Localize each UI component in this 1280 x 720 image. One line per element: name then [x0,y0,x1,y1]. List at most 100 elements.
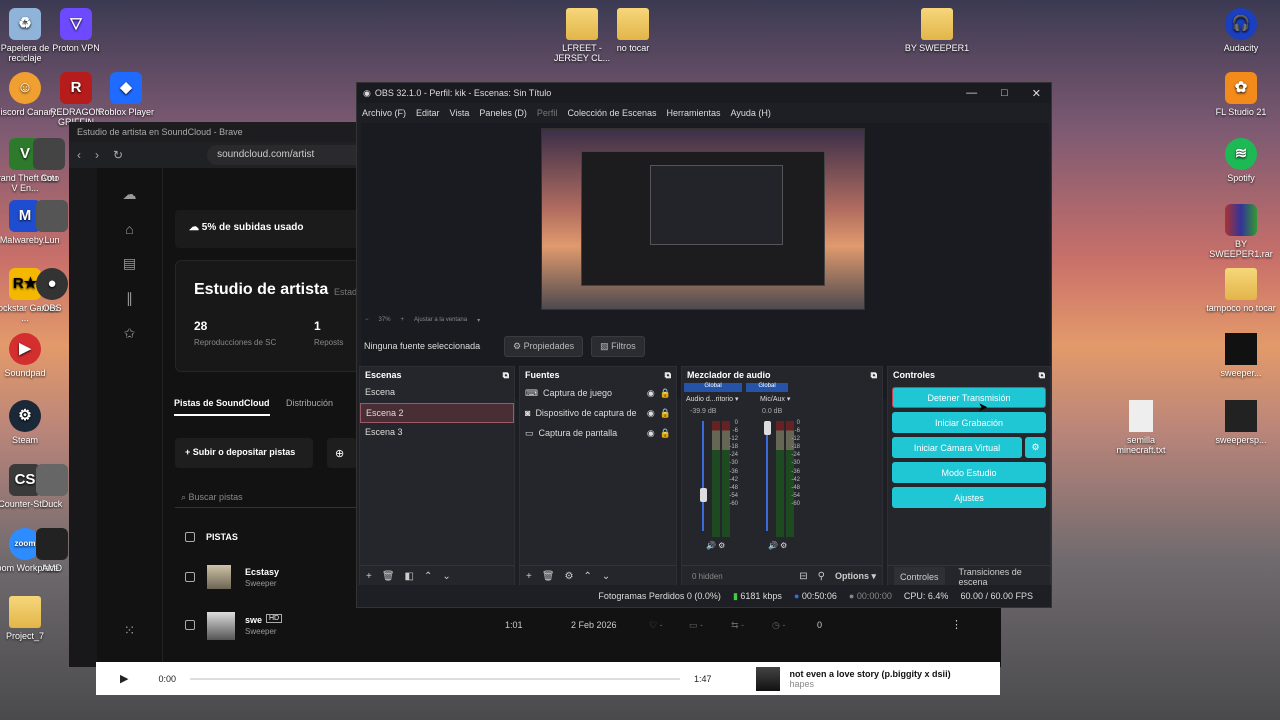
globe-icon[interactable]: ⊕ [327,438,357,468]
start-virtual-camera-button[interactable]: Iniciar Cámara Virtual [892,437,1022,458]
desktop-icon-no-tocar[interactable]: no tocar [597,8,669,53]
track-title[interactable]: Ecstasy [245,567,279,577]
desktop-icon-amd[interactable]: AMD [35,528,69,573]
menu-ayuda[interactable]: Ayuda (H) [731,108,771,118]
track-artist[interactable]: Sweeper [245,579,277,588]
fit-to-window[interactable]: Ajustar a la ventana [414,317,467,329]
volume-fader[interactable] [766,421,768,531]
desktop-icon-by-sweeper[interactable]: BY SWEEPER1 [901,8,973,53]
move-down-icon[interactable]: ⌄ [602,571,610,582]
forward-icon[interactable]: › [95,148,99,162]
stats-icon[interactable]: ◷ - [772,620,785,631]
desktop-icon-spotify[interactable]: ≋ Spotify [1205,138,1277,183]
player-artist[interactable]: hapes [790,679,951,689]
desktop-icon-obs[interactable]: ● OBS [35,268,69,313]
dock-popout-icon[interactable]: ⧉ [503,370,509,380]
scene-filter-icon[interactable]: ◧ [405,571,414,582]
reload-icon[interactable]: ↻ [113,148,123,162]
soundcloud-logo-icon[interactable]: ☁ [97,186,162,203]
options-dropdown[interactable]: Options ▾ [835,571,876,582]
desktop-icon-roblox[interactable]: ◆ Roblox Player [90,72,162,117]
scene-item[interactable]: Escena [360,383,514,403]
back-icon[interactable]: ‹ [77,148,81,162]
maximize-icon[interactable]: □ [1001,87,1008,100]
library-icon[interactable]: ∥ [97,290,162,307]
eye-icon[interactable]: ◉ [647,428,655,439]
desktop-icon-fl-studio[interactable]: ✿ FL Studio 21 [1205,72,1277,117]
track-checkbox[interactable] [185,572,195,582]
dock-popout-icon[interactable]: ⧉ [1039,370,1045,380]
desktop-icon-tampoco[interactable]: tampoco no tocar [1205,268,1277,313]
speaker-icon[interactable]: 🔊 ⚙ [768,541,787,550]
mixer-channel-name[interactable]: Mic/Aux ▾ [760,395,790,403]
tab-transiciones[interactable]: Transiciones de escena [959,567,1044,587]
link-icon[interactable]: ⚲ [818,571,825,582]
volume-fader[interactable] [702,421,704,531]
filters-button[interactable]: ▧ Filtros [591,335,645,357]
apps-icon[interactable]: ⁙ [97,622,162,639]
scene-item-selected[interactable]: Escena 2 [360,403,514,423]
settings-button[interactable]: Ajustes [892,487,1046,508]
dock-popout-icon[interactable]: ⧉ [871,370,877,380]
tab-distribution[interactable]: Distribución [286,398,333,408]
menu-perfil[interactable]: Perfil [537,108,558,118]
upload-tracks-button[interactable]: + Subir o depositar pistas [175,438,313,468]
source-item[interactable]: ⌨ Captura de juego ◉ 🔒 [520,383,676,403]
comment-icon[interactable]: ▭ - [689,620,703,631]
virtual-camera-settings-icon[interactable]: ⚙ [1025,437,1046,458]
desktop-icon-audacity[interactable]: 🎧 Audacity [1205,8,1277,53]
zoom-in-icon[interactable]: + [401,317,405,329]
studio-mode-button[interactable]: Modo Estudio [892,462,1046,483]
start-recording-button[interactable]: Iniciar Grabación [892,412,1046,433]
more-options-icon[interactable]: ⋮ [951,618,962,631]
fader-knob[interactable] [764,421,771,435]
fader-knob[interactable] [700,488,707,503]
desktop-icon-lun[interactable]: Lun [35,200,69,245]
play-icon[interactable]: ▶ [120,672,128,685]
desktop-icon-semilla[interactable]: semilla minecraft.txt [1105,400,1177,455]
layout-icon[interactable]: ⊟ [799,571,807,582]
mixer-channel-name[interactable]: Audio d...ritorio ▾ [686,395,739,403]
properties-button[interactable]: ⚙ Propiedades [504,335,584,357]
obs-preview[interactable]: − 37% + Ajustar a la ventana ▾ [361,123,1049,399]
desktop-icon-sweeper-image[interactable]: sweeper... [1205,333,1277,378]
desktop-icon-soundpad[interactable]: ▶ Soundpad [0,333,61,378]
menu-paneles[interactable]: Paneles (D) [479,108,527,118]
lock-icon[interactable]: 🔒 [660,408,671,419]
menu-herramientas[interactable]: Herramientas [667,108,721,118]
eye-icon[interactable]: ◉ [647,408,655,419]
menu-vista[interactable]: Vista [450,108,470,118]
home-icon[interactable]: ⌂ [97,221,162,237]
stop-stream-button[interactable]: Detener Transmisión [892,387,1046,408]
dock-popout-icon[interactable]: ⧉ [665,370,671,380]
menu-editar[interactable]: Editar [416,108,440,118]
tab-controles[interactable]: Controles [894,566,945,587]
desktop-icon-rar[interactable]: BY SWEEPER1.rar [1205,204,1277,259]
select-all-checkbox[interactable] [185,532,195,542]
menu-coleccion[interactable]: Colección de Escenas [567,108,656,118]
desktop-icon-sweepersp[interactable]: sweepersp... [1205,400,1277,445]
desktop-icon-steam[interactable]: ⚙ Steam [0,400,61,445]
scene-item[interactable]: Escena 3 [360,423,514,443]
player-track-title[interactable]: not even a love story (p.biggity x dsii) [790,669,951,679]
repost-icon[interactable]: ⇆ - [731,620,744,631]
move-up-icon[interactable]: ⌃ [584,571,592,582]
eye-icon[interactable]: ◉ [647,388,655,399]
dropdown-icon[interactable]: ▾ [477,317,480,329]
close-icon[interactable]: ✕ [1032,87,1041,100]
like-icon[interactable]: ♡ - [649,620,663,631]
feed-icon[interactable]: ▤ [97,255,162,272]
star-icon[interactable]: ✩ [97,325,162,342]
add-icon[interactable]: + [366,571,372,582]
lock-icon[interactable]: 🔒 [660,428,671,439]
track-checkbox[interactable] [185,620,195,630]
speaker-icon[interactable]: 🔊 ⚙ [706,541,725,550]
lock-icon[interactable]: 🔒 [660,388,671,399]
track-artist[interactable]: Sweeper [245,627,277,636]
move-down-icon[interactable]: ⌄ [442,571,450,582]
add-icon[interactable]: + [526,571,532,582]
search-tracks-input[interactable]: ⌕ Buscar pistas [175,488,357,508]
player-progress[interactable] [190,677,680,680]
trash-icon[interactable]: 🗑 [382,571,395,582]
move-up-icon[interactable]: ⌃ [424,571,432,582]
